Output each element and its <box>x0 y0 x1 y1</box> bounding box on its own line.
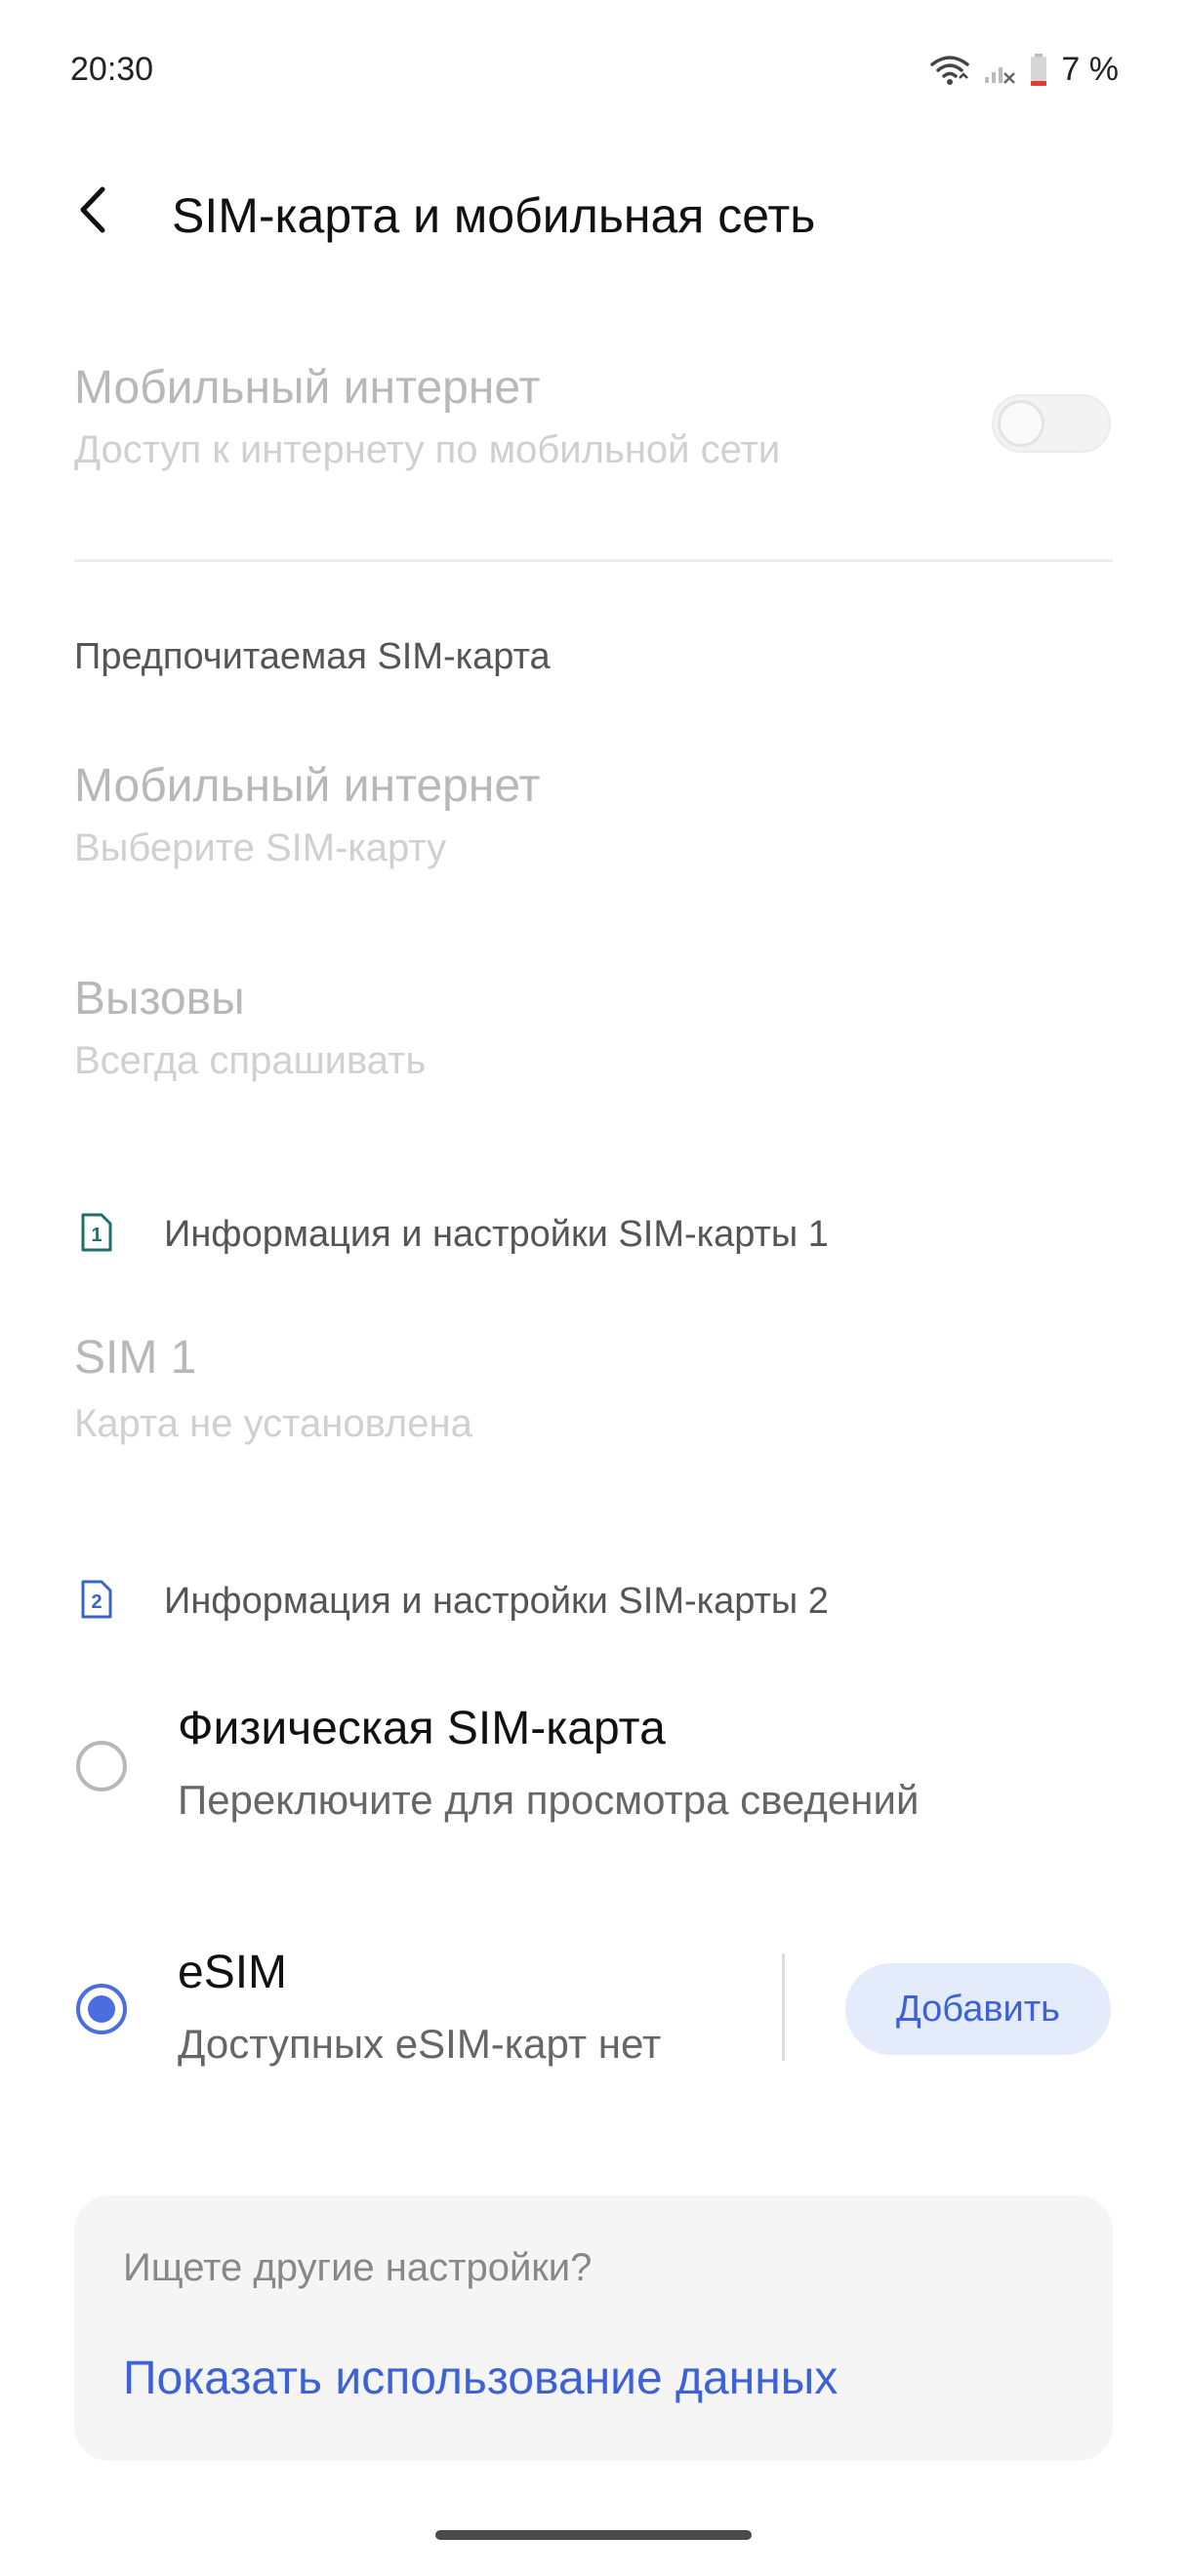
esim-title: eSIM <box>178 1947 288 1998</box>
physical-sim-option[interactable]: Физическая SIM-карта Переключите для про… <box>178 1702 919 1824</box>
physical-sim-radio[interactable] <box>76 1741 127 1791</box>
preferred-calls-subtitle: Всегда спрашивать <box>74 1039 427 1082</box>
preferred-mobile-internet-subtitle: Выберите SIM-карту <box>74 826 447 869</box>
preferred-mobile-internet-title: Мобильный интернет <box>74 760 541 812</box>
suggestion-card: Ищете другие настройки? Показать использ… <box>74 2195 1113 2461</box>
status-icons: 7 % <box>930 51 1119 89</box>
vertical-divider <box>782 1953 785 2061</box>
esim-option[interactable]: eSIM Доступных eSIM-карт нет <box>178 1946 661 2068</box>
suggestion-question: Ищете другие настройки? <box>123 2246 593 2289</box>
preferred-mobile-internet-item[interactable]: Мобильный интернет Выберите SIM-карту <box>74 759 540 870</box>
sim1-section-label: Информация и настройки SIM-карты 1 <box>164 1214 829 1255</box>
sim2-section-label: Информация и настройки SIM-карты 2 <box>164 1581 829 1622</box>
svg-text:1: 1 <box>91 1225 102 1246</box>
mobile-internet-toggle[interactable] <box>992 394 1111 453</box>
battery-percent: 7 % <box>1061 51 1119 88</box>
battery-low-icon <box>1030 53 1047 87</box>
mobile-internet-subtitle: Доступ к интернету по мобильной сети <box>74 428 781 471</box>
sim1-subtitle: Карта не установлена <box>74 1402 472 1445</box>
page-title: SIM-карта и мобильная сеть <box>172 188 816 243</box>
svg-text:2: 2 <box>91 1591 102 1613</box>
divider <box>74 559 1113 562</box>
physical-sim-subtitle: Переключите для просмотра сведений <box>178 1777 920 1823</box>
cellular-no-signal-icon <box>983 56 1016 85</box>
back-arrow-icon <box>80 186 105 233</box>
home-indicator[interactable] <box>435 2530 752 2540</box>
mobile-internet-row[interactable]: Мобильный интернет Доступ к интернету по… <box>74 361 780 472</box>
physical-sim-title: Физическая SIM-карта <box>178 1703 666 1754</box>
sim1-icon: 1 <box>80 1212 113 1258</box>
back-button[interactable] <box>59 176 127 244</box>
preferred-calls-item[interactable]: Вызовы Всегда спрашивать <box>74 972 426 1083</box>
add-esim-button[interactable]: Добавить <box>845 1963 1111 2055</box>
toggle-knob <box>998 400 1044 447</box>
sim2-icon: 2 <box>80 1579 113 1625</box>
wifi-icon <box>930 55 970 86</box>
preferred-calls-title: Вызовы <box>74 973 245 1025</box>
radio-selected-dot <box>88 1995 115 2023</box>
sim1-item[interactable]: SIM 1 Карта не установлена <box>74 1331 472 1446</box>
show-data-usage-link[interactable]: Показать использование данных <box>123 2352 838 2405</box>
esim-radio[interactable] <box>76 1984 127 2034</box>
status-time: 20:30 <box>70 51 154 88</box>
esim-subtitle: Доступных eSIM-карт нет <box>178 2021 662 2067</box>
mobile-internet-title: Мобильный интернет <box>74 362 541 414</box>
sim1-title: SIM 1 <box>74 1332 197 1384</box>
preferred-sim-section-label: Предпочитаемая SIM-карта <box>74 636 551 677</box>
